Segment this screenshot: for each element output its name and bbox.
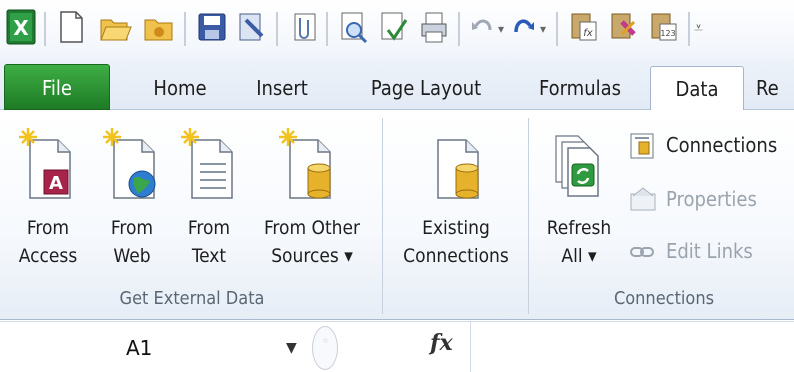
chevron-down-icon[interactable]: ▼ (286, 340, 297, 356)
formula-bar: A1 ▼ ◦ fx (0, 321, 794, 372)
svg-text:X: X (13, 16, 29, 40)
from-web-line2: Web (113, 245, 151, 267)
refresh-all-line1: Refresh (546, 217, 612, 239)
database-icon (278, 124, 338, 208)
connections-icon (628, 132, 658, 172)
tab-page-layout[interactable]: Page Layout (340, 66, 512, 110)
from-text-line2: Text (191, 245, 227, 267)
print-preview-icon[interactable] (236, 8, 272, 48)
quick-access-toolbar: X ▾ ▾ fx 123 ⩡ (0, 0, 794, 58)
existing-connections-line1: Existing (422, 217, 490, 239)
paste-formatting-icon[interactable] (608, 8, 644, 48)
chain-link-icon (628, 238, 658, 278)
refresh-icon (548, 126, 608, 210)
name-box[interactable]: A1 ▼ (6, 328, 306, 368)
tab-home[interactable]: Home (130, 66, 230, 110)
formula-bar-divider (470, 322, 471, 372)
connections-label: Connections (666, 133, 778, 157)
refresh-all-line2: All ▾ (561, 245, 597, 267)
edit-links-label: Edit Links (666, 239, 753, 263)
spelling-icon[interactable] (378, 8, 414, 48)
svg-text:123: 123 (660, 29, 675, 38)
connections-button[interactable]: Connections (628, 126, 794, 164)
attach-file-icon[interactable] (288, 8, 324, 48)
customize-toolbar-icon[interactable]: ⩡ (694, 18, 703, 38)
properties-button[interactable]: Properties (628, 180, 794, 218)
from-text-button[interactable]: From Text (172, 110, 246, 286)
edit-links-button[interactable]: Edit Links (628, 232, 794, 270)
text-file-icon (180, 124, 240, 208)
from-web-line1: From (110, 217, 154, 239)
save-icon[interactable] (196, 8, 232, 48)
refresh-all-button[interactable]: Refresh All ▾ (534, 110, 624, 286)
from-other-sources-button[interactable]: From Other Sources ▾ (248, 110, 376, 286)
excel-logo-icon: X (6, 8, 42, 48)
from-web-button[interactable]: From Web (92, 110, 172, 286)
svg-text:fx: fx (583, 28, 593, 39)
tab-file[interactable]: File (4, 64, 110, 110)
tab-data[interactable]: Data (650, 66, 744, 111)
name-box-value: A1 (126, 336, 153, 360)
ribbon-tabs: File Home Insert Page Layout Formulas Da… (0, 58, 794, 111)
from-other-sources-line1: From Other (263, 217, 361, 239)
tab-review[interactable]: Re (756, 66, 794, 110)
redo-dropdown-icon[interactable]: ▾ (540, 22, 546, 36)
undo-dropdown-icon[interactable]: ▾ (498, 22, 504, 36)
from-access-line2: Access (18, 245, 78, 267)
from-other-sources-line2: Sources ▾ (271, 245, 353, 267)
tab-insert[interactable]: Insert (236, 66, 328, 110)
print-preview-magnifier-icon[interactable] (338, 8, 374, 48)
formula-bar-splitter[interactable] (312, 326, 338, 370)
existing-connections-icon (426, 124, 486, 208)
properties-icon (628, 186, 658, 226)
drag-handle-icon: ◦ (322, 334, 330, 348)
open-folder-icon[interactable] (98, 8, 134, 48)
from-access-button[interactable]: A From Access (8, 110, 88, 286)
group-label-connections: Connections (613, 288, 715, 309)
web-icon (102, 124, 162, 208)
insert-function-button[interactable]: fx (430, 330, 453, 356)
paste-values-icon[interactable]: 123 (648, 8, 684, 48)
new-document-icon[interactable] (56, 8, 92, 48)
ribbon-data: A From Access From Web From Text From Ot… (0, 110, 794, 320)
from-text-line1: From (187, 217, 231, 239)
properties-label: Properties (666, 187, 757, 211)
access-icon: A (18, 124, 78, 208)
group-label-get-external-data: Get External Data (119, 288, 265, 309)
svg-text:A: A (49, 173, 63, 194)
existing-connections-line2: Connections (403, 245, 509, 267)
paste-formulas-icon[interactable]: fx (568, 8, 604, 48)
print-icon[interactable] (418, 8, 454, 48)
folder-star-icon[interactable] (142, 8, 178, 48)
existing-connections-button[interactable]: Existing Connections (390, 110, 522, 310)
tab-formulas[interactable]: Formulas (522, 66, 638, 110)
from-access-line1: From (26, 217, 70, 239)
